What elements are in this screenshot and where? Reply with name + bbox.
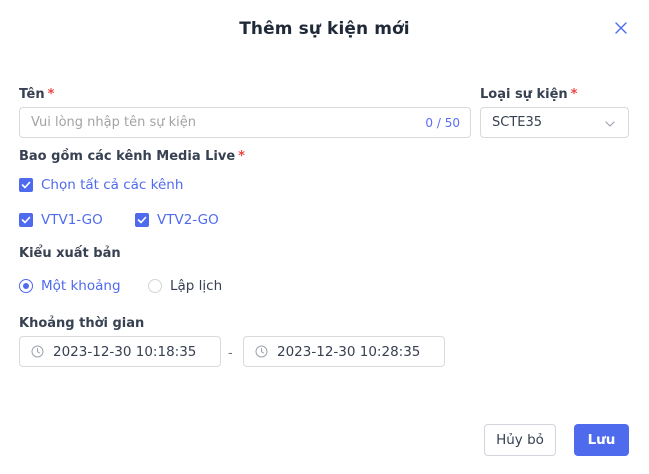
required-mark: * [238,149,245,164]
required-mark: * [570,87,578,102]
cancel-button[interactable]: Hủy bỏ [484,424,556,456]
event-type-label-text: Loại sự kiện [480,87,568,102]
name-label: Tên * [19,87,54,102]
clock-icon [31,345,44,358]
channels-label: Bao gồm các kênh Media Live * [19,149,245,164]
channel-checkbox-vtv1[interactable]: VTV1-GO [19,212,103,228]
start-datetime-picker[interactable]: 2023-12-30 10:18:35 [19,336,221,367]
checkbox-checked-icon [19,178,33,192]
event-type-value: SCTE35 [492,115,543,130]
event-type-select[interactable]: SCTE35 [480,107,629,138]
char-counter: 0 / 50 [425,116,460,130]
checkbox-checked-icon [135,213,149,227]
publish-type-label: Kiểu xuất bản [19,246,121,261]
radio-unselected-icon [148,279,162,293]
dialog-title: Thêm sự kiện mới [239,19,410,39]
start-datetime-value: 2023-12-30 10:18:35 [53,343,197,360]
checkbox-checked-icon [19,213,33,227]
end-datetime-picker[interactable]: 2023-12-30 10:28:35 [243,336,445,367]
radio-one-range[interactable]: Một khoảng [19,278,121,294]
name-label-text: Tên [19,87,45,102]
event-type-label: Loại sự kiện * [480,87,577,102]
end-datetime-value: 2023-12-30 10:28:35 [277,343,421,360]
required-mark: * [47,87,55,102]
radio-schedule[interactable]: Lập lịch [148,278,222,294]
select-all-label: Chọn tất cả các kênh [41,177,184,193]
select-all-channels-checkbox[interactable]: Chọn tất cả các kênh [19,177,183,193]
chevron-down-icon [604,118,616,130]
clock-icon [255,345,268,358]
radio-selected-icon [19,279,33,293]
channel-label: VTV1-GO [41,212,103,228]
event-name-placeholder: Vui lòng nhập tên sự kiện [31,115,197,130]
channel-checkbox-vtv2[interactable]: VTV2-GO [135,212,219,228]
radio-label: Lập lịch [170,278,223,294]
time-range-label: Khoảng thời gian [19,316,145,331]
add-event-dialog: Thêm sự kiện mới Tên * Vui lòng nhập tên … [0,0,649,474]
close-icon[interactable] [612,19,630,37]
event-name-input[interactable]: Vui lòng nhập tên sự kiện 0 / 50 [19,107,471,138]
channels-label-text: Bao gồm các kênh Media Live [19,149,236,164]
radio-label: Một khoảng [41,278,121,294]
channel-label: VTV2-GO [157,212,219,228]
range-separator: - [228,346,233,361]
save-button[interactable]: Lưu [574,424,629,456]
